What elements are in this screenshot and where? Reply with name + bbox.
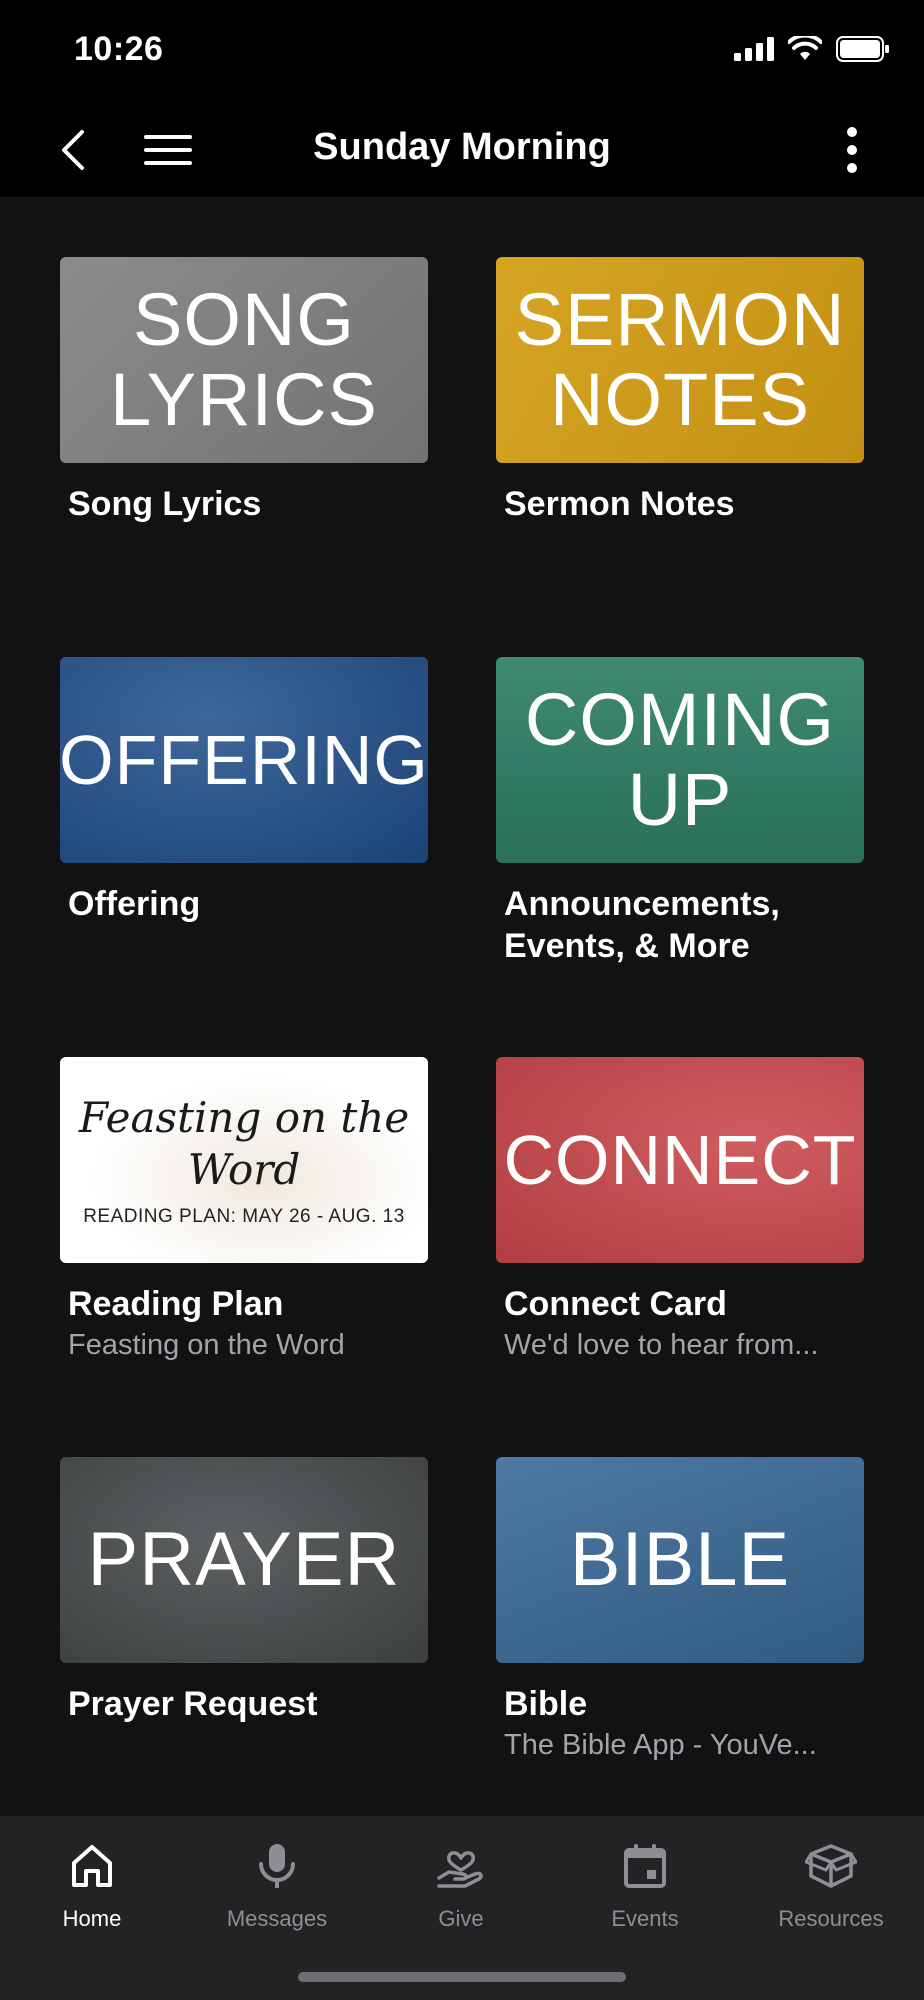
tile-prayer-request[interactable]: PRAYER Prayer Request (60, 1457, 428, 1725)
tab-label: Home (62, 1906, 122, 1931)
reading-plan-banner: Feasting on the Word READING PLAN: MAY 2… (60, 1057, 428, 1263)
sermon-notes-banner: SERMON NOTES (496, 257, 864, 463)
tab-messages[interactable]: Messages (197, 1838, 357, 1932)
tile-subtitle: We'd love to hear from... (504, 1329, 819, 1361)
home-icon (72, 1845, 112, 1887)
signal-icon (734, 37, 774, 61)
offering-banner: OFFERING (60, 657, 428, 863)
calendar-icon (624, 1844, 666, 1888)
tile-title: Reading Plan (68, 1285, 284, 1323)
tile-title: Prayer Request (68, 1685, 318, 1723)
banner-line: LYRICS (110, 358, 378, 441)
nav-bar: Sunday Morning (0, 104, 924, 198)
banner-line: UP (627, 758, 733, 841)
connect-banner: CONNECT (496, 1057, 864, 1263)
tab-label: Resources (778, 1906, 884, 1931)
banner-line: SERMON (514, 278, 846, 361)
more-vertical-icon (847, 127, 857, 173)
tab-give[interactable]: Give (381, 1838, 541, 1932)
microphone-icon (259, 1844, 295, 1888)
tile-title: Offering (68, 885, 201, 923)
tile-offering[interactable]: OFFERING Offering (60, 657, 428, 925)
tile-subtitle: The Bible App - YouVe... (504, 1729, 817, 1761)
tab-resources[interactable]: Resources (751, 1838, 911, 1932)
tile-sermon-notes[interactable]: SERMON NOTES Sermon Notes (496, 257, 864, 525)
banner-line: NOTES (550, 358, 810, 441)
banner-line: SONG (133, 278, 355, 361)
tile-song-lyrics[interactable]: SONG LYRICS Song Lyrics (60, 257, 428, 525)
box-icon (805, 1844, 857, 1888)
banner-line: OFFERING (60, 721, 428, 799)
banner-line: PRAYER (87, 1517, 401, 1602)
give-hand-heart-icon (437, 1851, 483, 1888)
banner-line: CONNECT (503, 1121, 857, 1199)
tab-label: Events (611, 1906, 679, 1931)
status-time: 10:26 (74, 30, 164, 68)
chevron-left-icon (62, 130, 84, 170)
tile-title: Connect Card (504, 1285, 727, 1323)
home-indicator (298, 1972, 626, 1982)
status-icons (734, 36, 890, 62)
banner-line: READING PLAN: MAY 26 - AUG. 13 (83, 1206, 405, 1227)
banner-line: BIBLE (569, 1517, 791, 1602)
tile-coming-up[interactable]: COMING UP Announcements, Events, & More (496, 657, 864, 967)
tab-events[interactable]: Events (565, 1838, 725, 1932)
coming-up-banner: COMING UP (496, 657, 864, 863)
bible-banner: BIBLE (496, 1457, 864, 1663)
tile-bible[interactable]: BIBLE Bible The Bible App - YouVe... (496, 1457, 864, 1765)
tab-label: Messages (226, 1906, 328, 1931)
battery-icon (836, 36, 889, 62)
more-options-button[interactable] (824, 122, 880, 178)
prayer-banner: PRAYER (60, 1457, 428, 1663)
status-bar: 10:26 (0, 0, 924, 104)
tile-title: Announcements, Events, & More (504, 885, 780, 965)
tile-title: Sermon Notes (504, 485, 735, 523)
banner-line: Feasting on the Word (78, 1093, 410, 1194)
banner-line: COMING (524, 678, 836, 761)
menu-button[interactable] (136, 122, 200, 178)
tile-subtitle: Feasting on the Word (68, 1329, 345, 1361)
tile-reading-plan[interactable]: Feasting on the Word READING PLAN: MAY 2… (60, 1057, 428, 1365)
tile-connect-card[interactable]: CONNECT Connect Card We'd love to hear f… (496, 1057, 864, 1365)
song-lyrics-banner: SONG LYRICS (60, 257, 428, 463)
wifi-icon (788, 36, 822, 60)
page-title: Sunday Morning (313, 126, 611, 168)
tab-home[interactable]: Home (12, 1838, 172, 1932)
tab-label: Give (438, 1906, 484, 1931)
hamburger-icon (144, 135, 192, 165)
tile-title: Song Lyrics (68, 485, 262, 523)
tile-title: Bible (504, 1685, 588, 1723)
back-button[interactable] (44, 122, 100, 178)
